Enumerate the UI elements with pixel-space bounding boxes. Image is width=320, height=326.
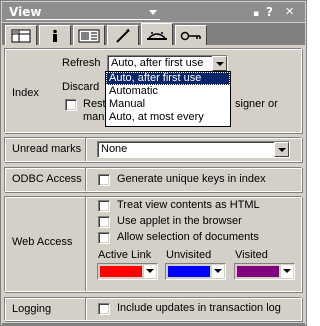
index-label: Index xyxy=(12,87,39,99)
close-icon[interactable]: ✕ xyxy=(285,5,294,19)
section-divider xyxy=(85,298,87,320)
tab-info[interactable] xyxy=(39,25,71,45)
use-applet-checkbox[interactable] xyxy=(98,216,110,228)
help-icon[interactable]: ? xyxy=(266,5,273,19)
generate-unique-keys-label: Generate unique keys in index xyxy=(117,173,266,185)
hat-icon xyxy=(147,31,167,40)
tab-basics[interactable] xyxy=(5,25,37,45)
tab-strip xyxy=(2,23,305,45)
active-link-color-swatch xyxy=(100,266,142,277)
refresh-option[interactable]: Automatic xyxy=(106,85,230,98)
refresh-option[interactable]: Auto, at most every xyxy=(106,111,230,124)
unread-marks-value: None xyxy=(101,143,128,155)
chevron-down-icon xyxy=(149,10,157,15)
include-updates-label: Include updates in transaction log xyxy=(117,302,281,314)
treat-as-html-label: Treat view contents as HTML xyxy=(117,199,260,211)
treat-as-html-checkbox[interactable] xyxy=(98,200,110,212)
web-access-section: Web Access Treat view contents as HTML U… xyxy=(4,196,302,292)
grid-properties-icon xyxy=(11,29,31,42)
tab-style[interactable] xyxy=(73,25,105,45)
restrict-label-tail: signer or xyxy=(235,98,278,110)
refresh-option[interactable]: Auto, after first use xyxy=(106,72,230,85)
tab-advanced[interactable] xyxy=(141,23,173,45)
allow-selection-label: Allow selection of documents xyxy=(117,231,259,243)
unvisited-color-picker[interactable] xyxy=(165,263,226,280)
info-icon xyxy=(53,29,57,42)
chevron-down-icon[interactable] xyxy=(274,142,289,157)
active-link-label: Active Link xyxy=(98,249,152,261)
logging-section: Logging Include updates in transaction l… xyxy=(4,297,302,321)
odbc-access-label: ODBC Access xyxy=(12,173,82,185)
visited-label: Visited xyxy=(235,249,268,261)
include-updates-checkbox[interactable] xyxy=(98,303,110,315)
generate-unique-keys-checkbox[interactable] xyxy=(98,174,110,186)
chevron-down-icon[interactable] xyxy=(212,265,224,278)
refresh-options-list[interactable]: Auto, after first use Automatic Manual A… xyxy=(105,71,231,127)
visited-color-picker[interactable] xyxy=(234,263,295,280)
bottom-border xyxy=(2,323,305,325)
view-properties-dialog: View ▪ ? ✕ Index Refresh Auto, after fir… xyxy=(0,0,307,326)
visited-color-swatch xyxy=(237,266,279,277)
refresh-option[interactable]: Manual xyxy=(106,98,230,111)
section-divider xyxy=(85,197,87,291)
title-dropdown[interactable]: View xyxy=(6,4,160,20)
restrict-label-partial-2: man xyxy=(83,111,105,123)
key-icon xyxy=(180,31,201,40)
dialog-title: View xyxy=(9,5,42,19)
chevron-down-icon[interactable] xyxy=(281,265,293,278)
refresh-value: Auto, after first use xyxy=(111,57,204,69)
discard-label: Discard xyxy=(62,81,100,93)
restrict-initial-build-checkbox[interactable] xyxy=(65,99,77,111)
restrict-label-partial: Rest xyxy=(83,98,106,110)
unvisited-color-swatch xyxy=(168,266,210,277)
refresh-label: Refresh xyxy=(62,57,101,69)
logging-label: Logging xyxy=(12,303,52,315)
brush-icon xyxy=(116,28,130,43)
allow-selection-checkbox[interactable] xyxy=(98,232,110,244)
odbc-access-section: ODBC Access Generate unique keys in inde… xyxy=(4,167,302,192)
unvisited-label: Unvisited xyxy=(166,249,212,261)
chevron-down-icon[interactable] xyxy=(144,265,156,278)
section-divider xyxy=(85,168,87,191)
use-applet-label: Use applet in the browser xyxy=(117,215,242,227)
refresh-select[interactable]: Auto, after first use xyxy=(107,55,228,72)
web-access-label: Web Access xyxy=(12,236,73,248)
title-bar: View ▪ ? ✕ xyxy=(2,2,305,22)
tab-security[interactable] xyxy=(175,25,207,45)
unread-marks-select[interactable]: None xyxy=(97,141,290,158)
unread-marks-section: Unread marks None xyxy=(4,137,302,162)
column-format-icon xyxy=(78,29,100,42)
unread-marks-label: Unread marks xyxy=(12,143,82,155)
chevron-down-icon[interactable] xyxy=(212,56,227,71)
collapse-icon[interactable]: ▪ xyxy=(253,7,259,21)
active-link-color-picker[interactable] xyxy=(97,263,158,280)
tab-font[interactable] xyxy=(107,25,139,45)
section-divider xyxy=(85,138,87,161)
